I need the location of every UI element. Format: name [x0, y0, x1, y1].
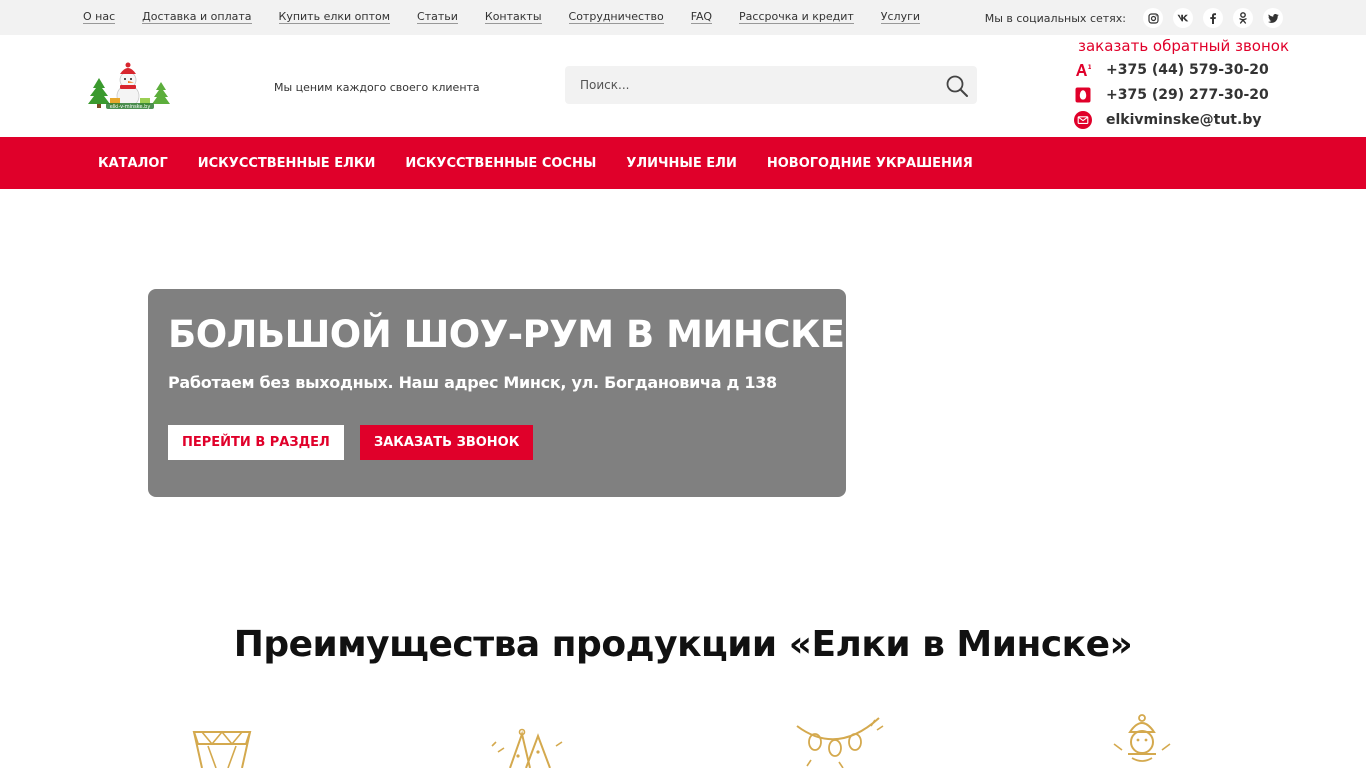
facebook-icon[interactable]	[1203, 8, 1223, 28]
site-tagline: Мы ценим каждого своего клиента	[274, 81, 480, 94]
order-call-button[interactable]: ЗАКАЗАТЬ ЗВОНОК	[360, 425, 534, 460]
garland-icon	[787, 712, 887, 768]
site-logo[interactable]: elki-v-minske.by	[86, 60, 172, 110]
odnoklassniki-icon[interactable]	[1233, 8, 1253, 28]
nav-item-artificial-firs[interactable]: ИСКУССТВЕННЫЕ ЕЛКИ	[198, 156, 376, 171]
banner-subtitle: Работаем без выходных. Наш адрес Минск, …	[168, 373, 777, 392]
party-icon	[478, 712, 578, 768]
go-to-section-button[interactable]: ПЕРЕЙТИ В РАЗДЕЛ	[168, 425, 344, 460]
top-links: О нас Доставка и оплата Купить елки опто…	[83, 10, 947, 24]
snowman-icon	[1092, 712, 1192, 768]
svg-text:1: 1	[1088, 64, 1091, 71]
advantages-title: Преимущества продукции «Елки в Минске»	[233, 624, 1133, 665]
vk-icon[interactable]	[1173, 8, 1193, 28]
showroom-banner: БОЛЬШОЙ ШОУ-РУМ В МИНСКЕ Работаем без вы…	[148, 289, 846, 497]
medal-icon	[172, 712, 272, 768]
top-link-services[interactable]: Услуги	[880, 10, 921, 24]
nav-item-new-year-decor[interactable]: НОВОГОДНИЕ УКРАШЕНИЯ	[767, 156, 973, 171]
search-box	[565, 66, 977, 104]
twitter-icon[interactable]	[1263, 8, 1283, 28]
nav-item-outdoor-firs[interactable]: УЛИЧНЫЕ ЕЛИ	[626, 156, 737, 171]
search-icon[interactable]	[945, 74, 969, 98]
banner-title: БОЛЬШОЙ ШОУ-РУМ В МИНСКЕ	[168, 313, 845, 356]
instagram-icon[interactable]	[1143, 8, 1163, 28]
top-link-faq[interactable]: FAQ	[690, 10, 713, 24]
mail-icon	[1074, 111, 1092, 129]
top-link-articles[interactable]: Статьи	[417, 10, 458, 24]
contact-phone-a1: 1 +375 (44) 579-30-20	[1074, 61, 1269, 79]
social-block: Мы в социальных сетях:	[985, 8, 1283, 28]
svg-text:elki-v-minske.by: elki-v-minske.by	[110, 104, 151, 110]
contact-phone-mts: +375 (29) 277-30-20	[1074, 86, 1269, 104]
top-bar: О нас Доставка и оплата Купить елки опто…	[0, 0, 1366, 35]
nav-item-artificial-pines[interactable]: ИСКУССТВЕННЫЕ СОСНЫ	[405, 156, 596, 171]
main-nav-items: КАТАЛОГ ИСКУССТВЕННЫЕ ЕЛКИ ИСКУССТВЕННЫЕ…	[98, 137, 1003, 189]
top-link-installment[interactable]: Рассрочка и кредит	[739, 10, 854, 24]
mts-operator-icon	[1074, 86, 1092, 104]
search-input[interactable]	[565, 66, 935, 104]
phone-mts-link[interactable]: +375 (29) 277-30-20	[1106, 87, 1269, 103]
top-link-cooperation[interactable]: Сотрудничество	[568, 10, 664, 24]
main-nav: КАТАЛОГ ИСКУССТВЕННЫЕ ЕЛКИ ИСКУССТВЕННЫЕ…	[0, 137, 1366, 189]
top-link-contacts[interactable]: Контакты	[484, 10, 542, 24]
phone-a1-link[interactable]: +375 (44) 579-30-20	[1106, 62, 1269, 78]
top-link-about[interactable]: О нас	[83, 10, 116, 24]
top-link-delivery[interactable]: Доставка и оплата	[142, 10, 252, 24]
callback-link[interactable]: заказать обратный звонок	[1078, 37, 1289, 55]
email-link[interactable]: elkivminske@tut.by	[1106, 112, 1261, 128]
contact-email: elkivminske@tut.by	[1074, 111, 1261, 129]
a1-operator-icon: 1	[1074, 61, 1092, 79]
social-label: Мы в социальных сетях:	[984, 11, 1126, 25]
nav-item-catalog[interactable]: КАТАЛОГ	[98, 156, 168, 171]
top-link-wholesale[interactable]: Купить елки оптом	[278, 10, 391, 24]
